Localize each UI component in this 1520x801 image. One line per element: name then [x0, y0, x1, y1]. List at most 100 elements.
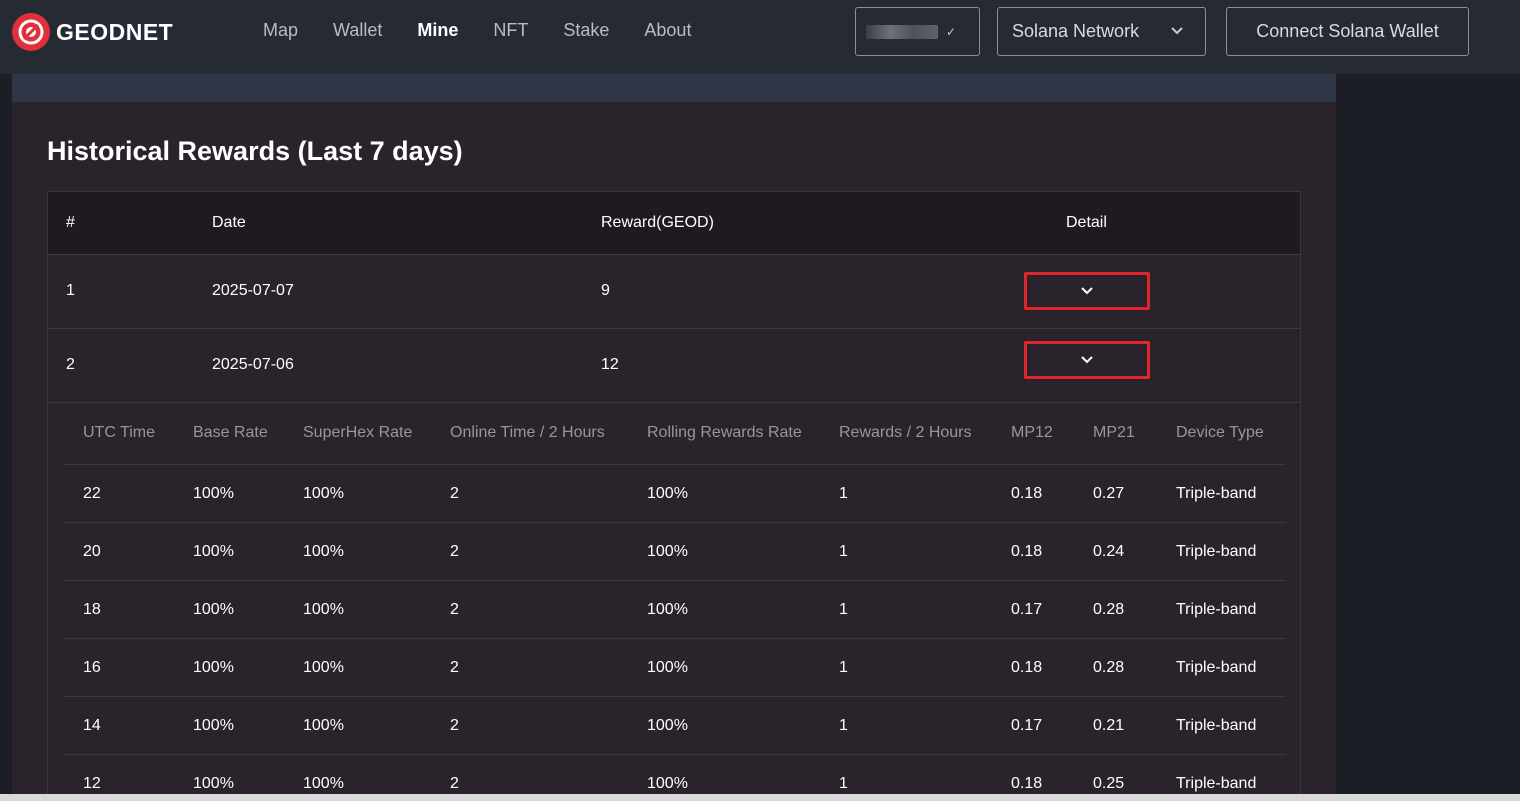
nav-mine[interactable]: Mine — [417, 17, 458, 43]
nav-about[interactable]: About — [644, 17, 691, 43]
cell-mp21: 0.27 — [1093, 485, 1125, 502]
cell-superhex-rate: 100% — [303, 543, 344, 560]
nav-nft[interactable]: NFT — [493, 17, 528, 43]
cell-superhex-rate: 100% — [303, 601, 344, 618]
detail-row: 22 100% 100% 2 100% 1 0.18 0.27 Triple-b… — [64, 465, 1286, 523]
top-navbar: GEODNET Map Wallet Mine NFT Stake About … — [0, 0, 1520, 74]
chevron-down-icon — [1081, 356, 1093, 364]
cell-online-time: 2 — [450, 717, 459, 734]
cell-utc-time: 16 — [83, 659, 101, 676]
cell-device-type: Triple-band — [1176, 485, 1257, 502]
table-row: 2 2025-07-06 12 — [48, 329, 1300, 403]
cell-superhex-rate: 100% — [303, 775, 344, 792]
cell-device-type: Triple-band — [1176, 717, 1257, 734]
cell-superhex-rate: 100% — [303, 717, 344, 734]
row-index: 1 — [66, 282, 75, 299]
main-nav: Map Wallet Mine NFT Stake About — [263, 17, 726, 43]
cell-rewards-per-2h: 1 — [839, 601, 848, 618]
cell-base-rate: 100% — [193, 485, 234, 502]
col-header-mp21: MP21 — [1093, 424, 1135, 441]
cell-mp21: 0.28 — [1093, 659, 1125, 676]
cell-utc-time: 12 — [83, 775, 101, 792]
cell-mp12: 0.17 — [1011, 717, 1043, 734]
panel-top-strip — [12, 74, 1336, 102]
nav-wallet[interactable]: Wallet — [333, 17, 382, 43]
cell-device-type: Triple-band — [1176, 543, 1257, 560]
col-header-online-time: Online Time / 2 Hours — [450, 424, 605, 441]
cell-base-rate: 100% — [193, 659, 234, 676]
cell-rolling-rewards-rate: 100% — [647, 485, 688, 502]
cell-base-rate: 100% — [193, 601, 234, 618]
col-header-device-type: Device Type — [1176, 424, 1264, 441]
network-selector[interactable]: Solana Network — [997, 7, 1206, 56]
cell-online-time: 2 — [450, 543, 459, 560]
cell-rolling-rewards-rate: 100% — [647, 775, 688, 792]
row-reward: 12 — [601, 356, 619, 373]
cell-superhex-rate: 100% — [303, 659, 344, 676]
detail-row: 16 100% 100% 2 100% 1 0.18 0.28 Triple-b… — [64, 639, 1286, 697]
cell-online-time: 2 — [450, 775, 459, 792]
detail-row: 20 100% 100% 2 100% 1 0.18 0.24 Triple-b… — [64, 523, 1286, 581]
cell-device-type: Triple-band — [1176, 775, 1257, 792]
bottom-edge-bar — [0, 794, 1520, 801]
expand-detail-button[interactable] — [1024, 341, 1150, 379]
cell-rolling-rewards-rate: 100% — [647, 543, 688, 560]
cell-mp21: 0.21 — [1093, 717, 1125, 734]
connect-wallet-label: Connect Solana Wallet — [1256, 21, 1439, 41]
cell-utc-time: 20 — [83, 543, 101, 560]
cell-mp21: 0.24 — [1093, 543, 1125, 560]
cell-mp12: 0.18 — [1011, 659, 1043, 676]
col-header-utc-time: UTC Time — [83, 424, 155, 441]
nav-map[interactable]: Map — [263, 17, 298, 43]
chevron-down-icon — [1081, 287, 1093, 295]
geodnet-logo-icon — [12, 13, 50, 51]
brand-name: GEODNET — [56, 18, 174, 45]
rewards-table-header: # Date Reward(GEOD) Detail — [48, 192, 1300, 255]
cell-online-time: 2 — [450, 485, 459, 502]
page-title: Historical Rewards (Last 7 days) — [47, 136, 463, 166]
cell-rewards-per-2h: 1 — [839, 775, 848, 792]
check-icon: ✓ — [946, 24, 957, 39]
col-header-index: # — [66, 214, 75, 231]
row-index: 2 — [66, 356, 75, 373]
row-date: 2025-07-06 — [212, 356, 294, 373]
nav-stake[interactable]: Stake — [563, 17, 609, 43]
detail-row: 18 100% 100% 2 100% 1 0.17 0.28 Triple-b… — [64, 581, 1286, 639]
brand-logo[interactable]: GEODNET — [12, 12, 173, 52]
col-header-reward: Reward(GEOD) — [601, 214, 714, 231]
cell-superhex-rate: 100% — [303, 485, 344, 502]
col-header-date: Date — [212, 214, 246, 231]
cell-base-rate: 100% — [193, 543, 234, 560]
masked-account-value — [866, 24, 938, 39]
col-header-mp12: MP12 — [1011, 424, 1053, 441]
connect-wallet-button[interactable]: Connect Solana Wallet — [1226, 7, 1469, 56]
cell-base-rate: 100% — [193, 775, 234, 792]
cell-online-time: 2 — [450, 659, 459, 676]
cell-rewards-per-2h: 1 — [839, 485, 848, 502]
row-date: 2025-07-07 — [212, 282, 294, 299]
col-header-detail: Detail — [1066, 214, 1107, 231]
account-selector[interactable]: ✓ — [855, 7, 980, 56]
row-reward: 9 — [601, 282, 610, 299]
cell-online-time: 2 — [450, 601, 459, 618]
rewards-table: # Date Reward(GEOD) Detail 1 2025-07-07 … — [47, 191, 1301, 801]
detail-row: 14 100% 100% 2 100% 1 0.17 0.21 Triple-b… — [64, 697, 1286, 755]
col-header-rewards-per-2h: Rewards / 2 Hours — [839, 424, 972, 441]
expand-detail-button[interactable] — [1024, 272, 1150, 310]
cell-mp21: 0.25 — [1093, 775, 1125, 792]
cell-utc-time: 22 — [83, 485, 101, 502]
cell-rewards-per-2h: 1 — [839, 543, 848, 560]
cell-mp21: 0.28 — [1093, 601, 1125, 618]
cell-rolling-rewards-rate: 100% — [647, 659, 688, 676]
cell-rewards-per-2h: 1 — [839, 717, 848, 734]
cell-mp12: 0.18 — [1011, 543, 1043, 560]
cell-rolling-rewards-rate: 100% — [647, 601, 688, 618]
cell-base-rate: 100% — [193, 717, 234, 734]
cell-device-type: Triple-band — [1176, 601, 1257, 618]
cell-mp12: 0.18 — [1011, 485, 1043, 502]
cell-rolling-rewards-rate: 100% — [647, 717, 688, 734]
col-header-rolling-rewards-rate: Rolling Rewards Rate — [647, 424, 802, 441]
cell-utc-time: 18 — [83, 601, 101, 618]
main-panel: Historical Rewards (Last 7 days) # Date … — [12, 74, 1336, 801]
cell-rewards-per-2h: 1 — [839, 659, 848, 676]
